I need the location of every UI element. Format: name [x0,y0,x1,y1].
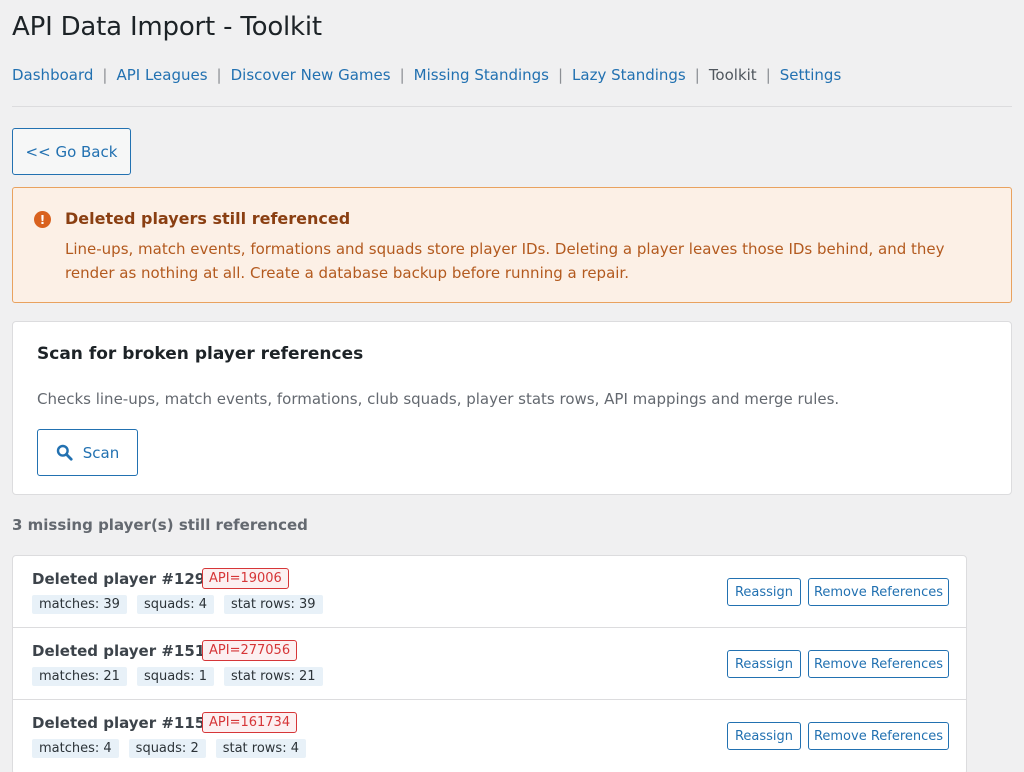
reassign-button[interactable]: Reassign [727,650,801,678]
missing-player-row: Deleted player #1511 API=277056 matches:… [13,628,966,700]
stat-rows-count: stat rows: 39 [224,595,323,614]
matches-count: matches: 21 [32,667,127,686]
player-name: Deleted player #1295 [32,570,216,588]
scan-card: Scan for broken player references Checks… [12,321,1012,495]
player-name: Deleted player #1511 [32,642,216,660]
missing-players-heading: 3 missing player(s) still referenced [12,516,308,534]
api-id-badge: API=277056 [202,640,298,661]
reference-counts: matches: 21 squads: 1 stat rows: 21 [32,667,323,686]
reassign-button[interactable]: Reassign [727,722,801,750]
missing-player-row: Deleted player #1155 API=161734 matches:… [13,700,966,772]
nav-toolkit-current: Toolkit [708,66,757,84]
toolkit-nav: Dashboard | API Leagues | Discover New G… [12,66,841,84]
nav-discover-new-games[interactable]: Discover New Games [231,66,391,84]
api-id-badge: API=19006 [202,568,289,589]
reassign-button[interactable]: Reassign [727,578,801,606]
remove-references-button[interactable]: Remove References [808,722,949,750]
nav-missing-standings[interactable]: Missing Standings [414,66,549,84]
nav-separator: | [557,66,564,84]
scan-card-title: Scan for broken player references [37,344,364,364]
squads-count: squads: 1 [136,667,214,686]
nav-api-leagues[interactable]: API Leagues [116,66,207,84]
squads-count: squads: 4 [136,595,214,614]
page-title: API Data Import - Toolkit [12,12,322,42]
notice-body: Line-ups, match events, formations and s… [65,240,945,282]
missing-players-list: Deleted player #1295 API=19006 matches: … [12,555,967,772]
scan-card-description: Checks line-ups, match events, formation… [37,390,840,408]
header-divider [12,106,1012,107]
squads-count: squads: 2 [128,739,206,758]
go-back-button[interactable]: << Go Back [12,128,131,175]
player-name: Deleted player #1155 [32,714,216,732]
missing-player-row: Deleted player #1295 API=19006 matches: … [13,556,966,628]
exclamation-circle-icon: ! [34,211,51,228]
stat-rows-count: stat rows: 21 [224,667,323,686]
scan-button[interactable]: Scan [37,429,138,476]
nav-separator: | [102,66,108,84]
notice-title: Deleted players still referenced [65,209,351,228]
nav-lazy-standings[interactable]: Lazy Standings [572,66,686,84]
remove-references-button[interactable]: Remove References [808,650,949,678]
nav-separator: | [399,66,405,84]
api-id-badge: API=161734 [202,712,298,733]
nav-separator: | [216,66,222,84]
scan-button-label: Scan [82,443,120,462]
matches-count: matches: 4 [32,739,119,758]
search-icon [56,444,73,461]
warning-notice: ! Deleted players still referenced Line-… [12,187,1012,303]
remove-references-button[interactable]: Remove References [808,578,949,606]
nav-separator: | [765,66,771,84]
reference-counts: matches: 4 squads: 2 stat rows: 4 [32,739,306,758]
matches-count: matches: 39 [32,595,127,614]
nav-settings[interactable]: Settings [780,66,842,84]
stat-rows-count: stat rows: 4 [215,739,306,758]
nav-dashboard[interactable]: Dashboard [12,66,93,84]
reference-counts: matches: 39 squads: 4 stat rows: 39 [32,595,323,614]
nav-separator: | [694,66,700,84]
